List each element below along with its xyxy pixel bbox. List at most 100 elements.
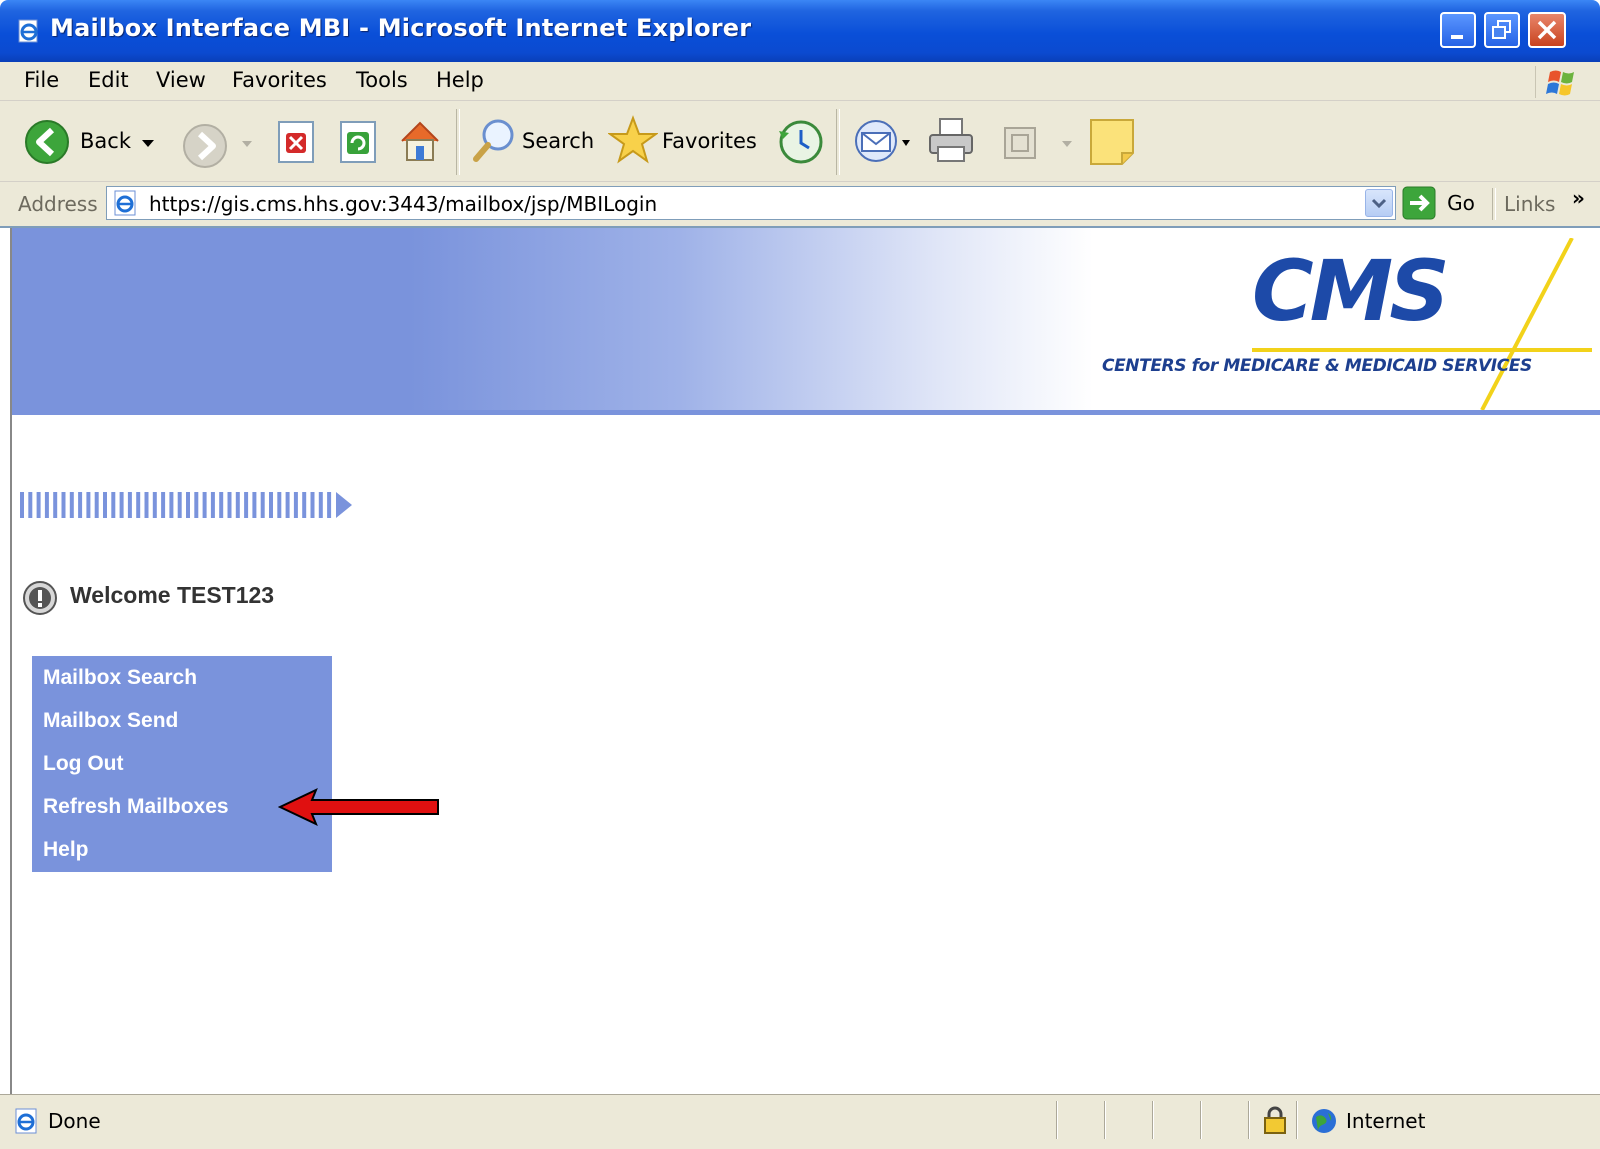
menu-file[interactable]: File xyxy=(24,68,59,92)
internet-globe-icon xyxy=(1312,1109,1336,1133)
favorites-label[interactable]: Favorites xyxy=(662,129,757,153)
links-label[interactable]: Links xyxy=(1504,192,1555,216)
ie-page-icon xyxy=(15,1108,37,1134)
stripe-bar xyxy=(111,492,116,518)
toolbar-separator xyxy=(456,109,460,175)
lock-icon[interactable] xyxy=(1262,1105,1288,1135)
nav-mailbox-send[interactable]: Mailbox Send xyxy=(43,709,178,733)
decorative-arrow-stripe xyxy=(20,492,352,518)
stripe-bar xyxy=(20,492,24,518)
search-label[interactable]: Search xyxy=(522,129,594,153)
red-pointer-arrow-icon xyxy=(278,788,439,826)
menu-bar: File Edit View Favorites Tools Help xyxy=(0,62,1600,101)
go-arrow-icon xyxy=(1402,186,1436,220)
home-icon[interactable] xyxy=(396,117,444,165)
search-icon[interactable] xyxy=(470,115,520,167)
stripe-bar xyxy=(78,492,83,518)
stripe-bar xyxy=(61,492,66,518)
stripe-bar xyxy=(219,492,224,518)
stripe-bar xyxy=(136,492,141,518)
nav-log-out[interactable]: Log Out xyxy=(43,752,123,776)
security-zone-label: Internet xyxy=(1346,1109,1426,1133)
stripe-bar xyxy=(235,492,240,518)
go-button[interactable]: Go xyxy=(1402,186,1475,220)
print-icon[interactable] xyxy=(926,115,976,167)
status-cell xyxy=(1152,1101,1154,1139)
stripe-bar xyxy=(94,492,99,518)
menu-favorites[interactable]: Favorites xyxy=(232,68,327,92)
favorites-star-icon[interactable] xyxy=(608,115,658,167)
menu-tools[interactable]: Tools xyxy=(356,68,408,92)
nav-mailbox-search[interactable]: Mailbox Search xyxy=(43,666,197,690)
stripe-bar xyxy=(36,492,41,518)
stripe-bar xyxy=(227,492,232,518)
alert-info-icon xyxy=(23,581,57,615)
windows-flag-icon xyxy=(1546,70,1574,96)
close-button[interactable] xyxy=(1528,12,1566,48)
minimize-icon xyxy=(1451,35,1463,39)
address-field[interactable]: https://gis.cms.hhs.gov:3443/mailbox/jsp… xyxy=(106,186,1396,220)
stripe-bar xyxy=(86,492,91,518)
refresh-icon[interactable] xyxy=(338,119,378,165)
edit-dropdown-icon[interactable] xyxy=(1060,139,1074,149)
back-dropdown-icon[interactable] xyxy=(140,137,156,149)
address-bar: Address https://gis.cms.hhs.gov:3443/mai… xyxy=(0,182,1600,228)
menu-edit[interactable]: Edit xyxy=(88,68,129,92)
status-cell xyxy=(1200,1101,1202,1139)
status-cell xyxy=(1104,1101,1106,1139)
toolbar-separator xyxy=(836,109,840,175)
stripe-bar xyxy=(202,492,207,518)
stripe-bar xyxy=(302,492,307,518)
stripe-bar xyxy=(186,492,190,518)
stripe-bar xyxy=(210,492,215,518)
chevron-down-icon xyxy=(1371,198,1387,209)
history-icon[interactable] xyxy=(776,117,826,167)
status-bar: Done Internet xyxy=(0,1094,1600,1149)
nav-refresh-mailboxes[interactable]: Refresh Mailboxes xyxy=(43,795,229,819)
menu-help[interactable]: Help xyxy=(436,68,484,92)
window-title: Mailbox Interface MBI - Microsoft Intern… xyxy=(50,14,752,42)
status-cell xyxy=(1296,1101,1298,1139)
mail-icon[interactable] xyxy=(852,117,914,167)
stripe-bar xyxy=(318,492,323,518)
restore-button[interactable] xyxy=(1484,12,1520,48)
status-cell xyxy=(1248,1101,1250,1139)
ie-page-icon xyxy=(18,19,38,43)
stop-icon[interactable] xyxy=(276,119,316,165)
stripe-bar xyxy=(169,492,174,518)
stripe-bar xyxy=(152,492,157,518)
address-url[interactable]: https://gis.cms.hhs.gov:3443/mailbox/jsp… xyxy=(149,192,657,216)
back-button[interactable] xyxy=(24,119,70,165)
back-label[interactable]: Back xyxy=(80,129,131,153)
address-separator xyxy=(1492,188,1496,220)
stripe-bar xyxy=(244,492,249,518)
address-label: Address xyxy=(18,192,98,216)
stripe-bar xyxy=(127,492,132,518)
welcome-message: Welcome TEST123 xyxy=(70,582,275,608)
status-text: Done xyxy=(48,1109,101,1133)
stripe-bar xyxy=(252,492,257,518)
nav-menu: Mailbox Search Mailbox Send Log Out Refr… xyxy=(32,656,332,872)
chevron-more-icon[interactable]: » xyxy=(1572,186,1585,210)
go-label[interactable]: Go xyxy=(1447,191,1475,215)
forward-arrow-icon[interactable] xyxy=(182,123,228,169)
page-viewport: CMS CENTERS for MEDICARE & MEDICAID SERV… xyxy=(10,228,1600,1094)
stripe-bar xyxy=(269,492,273,518)
note-icon[interactable] xyxy=(1088,117,1136,167)
stripe-bar xyxy=(310,492,315,518)
stripe-bar xyxy=(69,492,74,518)
address-dropdown-button[interactable] xyxy=(1365,189,1393,217)
stripe-bar xyxy=(293,492,298,518)
stripe-bar xyxy=(53,492,58,518)
edit-icon[interactable] xyxy=(1002,125,1038,161)
stripe-bar xyxy=(161,492,166,518)
menu-view[interactable]: View xyxy=(156,68,206,92)
stripe-bar xyxy=(194,492,199,518)
stripe-bar xyxy=(28,492,33,518)
forward-dropdown-icon[interactable] xyxy=(240,139,254,149)
stripe-bar xyxy=(285,492,290,518)
nav-help[interactable]: Help xyxy=(43,838,89,862)
minimize-button[interactable] xyxy=(1440,12,1476,48)
status-cell xyxy=(1056,1101,1058,1139)
stripe-bar xyxy=(44,492,49,518)
